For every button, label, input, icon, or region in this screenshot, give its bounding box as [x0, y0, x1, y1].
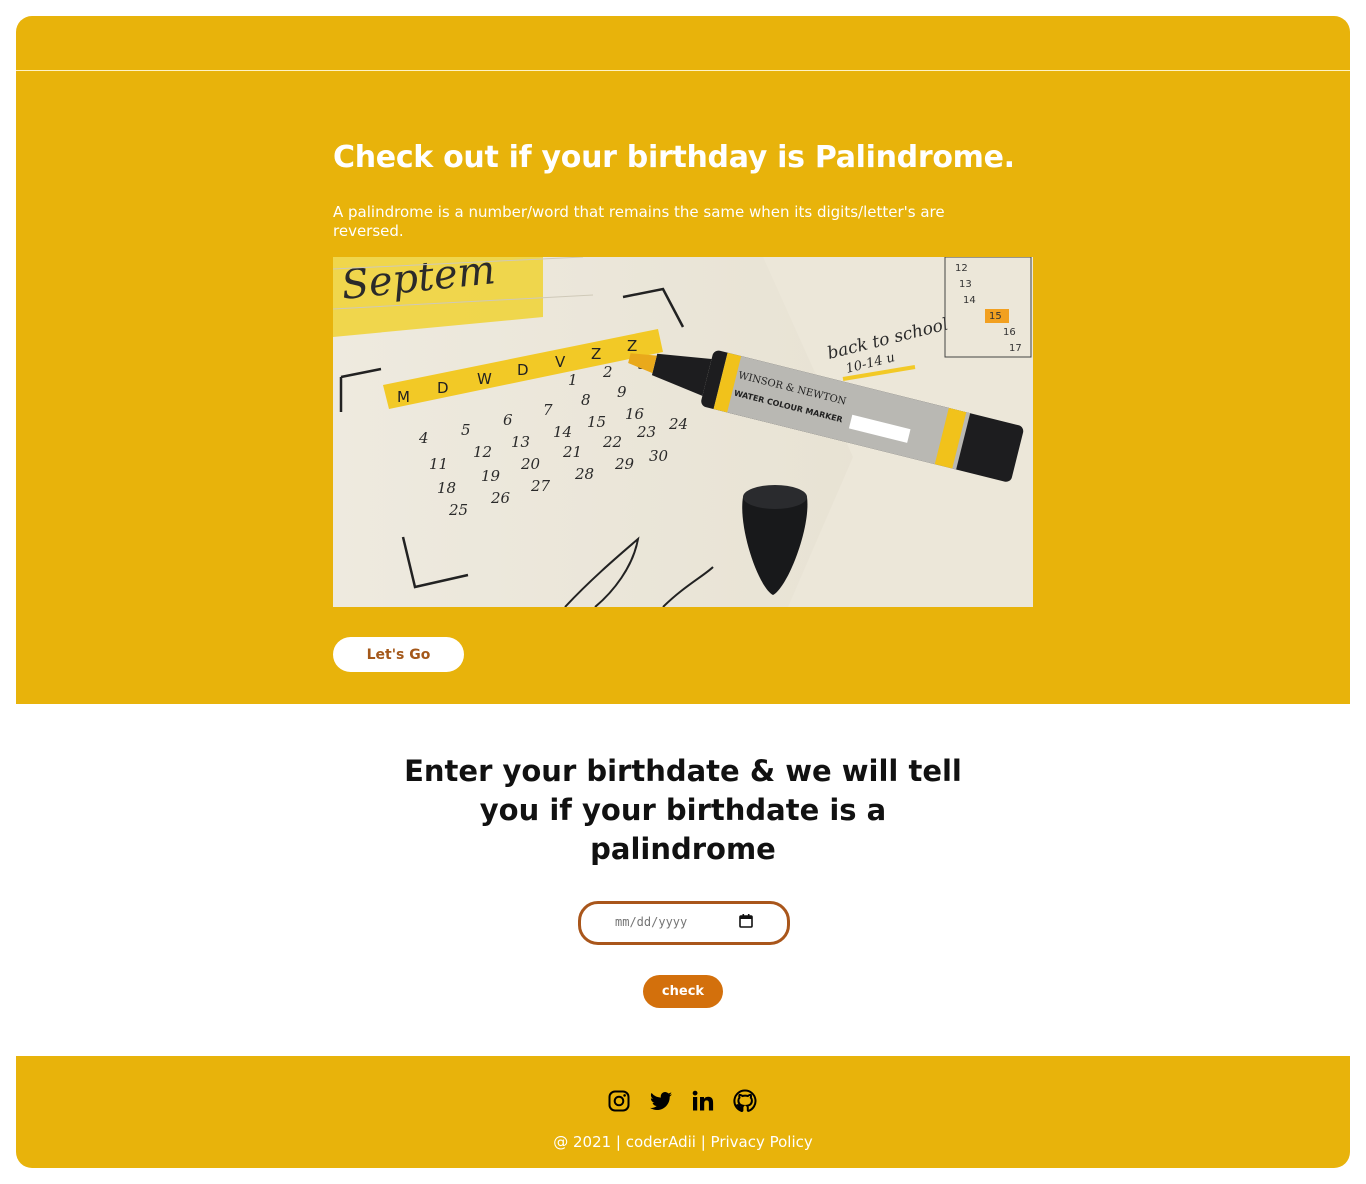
svg-text:D: D: [437, 379, 449, 397]
social-links: [607, 1089, 757, 1115]
svg-text:12: 12: [955, 263, 968, 274]
calendar-icon[interactable]: [739, 914, 753, 928]
linkedin-icon[interactable]: [691, 1089, 715, 1113]
svg-text:30: 30: [649, 447, 669, 465]
svg-text:28: 28: [574, 465, 594, 483]
svg-text:23: 23: [636, 423, 656, 441]
svg-text:17: 17: [1009, 343, 1022, 354]
instagram-icon[interactable]: [607, 1089, 631, 1113]
svg-text:22: 22: [602, 433, 622, 451]
svg-text:14: 14: [553, 423, 572, 441]
svg-text:27: 27: [530, 477, 551, 495]
svg-text:1: 1: [568, 371, 578, 389]
svg-text:Z: Z: [591, 345, 601, 363]
svg-text:24: 24: [668, 415, 688, 433]
hero-section: Check out if your birthday is Palindrome…: [16, 16, 1350, 704]
hero-title: Check out if your birthday is Palindrome…: [333, 140, 1015, 175]
svg-text:5: 5: [461, 421, 471, 439]
svg-text:14: 14: [963, 295, 976, 306]
svg-text:Z: Z: [627, 337, 637, 355]
checker-title: Enter your birthdate & we will tell you …: [404, 754, 962, 866]
hero-content: Check out if your birthday is Palindrome…: [333, 140, 1033, 672]
svg-text:16: 16: [625, 405, 645, 423]
svg-text:15: 15: [989, 311, 1002, 322]
svg-text:2: 2: [602, 363, 613, 381]
footer-copyright: @ 2021 | coderAdii | Privacy Policy: [553, 1133, 813, 1151]
svg-text:7: 7: [543, 401, 553, 419]
svg-text:15: 15: [587, 413, 606, 431]
svg-text:16: 16: [1003, 327, 1016, 338]
svg-text:6: 6: [503, 411, 513, 429]
birthdate-field[interactable]: [578, 901, 790, 945]
svg-text:V: V: [555, 353, 566, 371]
birthdate-input[interactable]: [615, 915, 725, 929]
twitter-icon[interactable]: [649, 1089, 673, 1113]
svg-text:9: 9: [617, 383, 627, 401]
svg-text:21: 21: [562, 443, 582, 461]
lets-go-button[interactable]: Let's Go: [333, 637, 464, 672]
svg-text:4: 4: [418, 429, 429, 447]
svg-text:19: 19: [481, 467, 501, 485]
calendar-photo: Septem M D W D V Z Z 1 2 3 4: [333, 257, 1033, 607]
svg-text:20: 20: [520, 455, 541, 473]
github-icon[interactable]: [733, 1089, 757, 1113]
svg-text:D: D: [517, 361, 529, 379]
svg-text:25: 25: [448, 501, 468, 519]
hero-description: A palindrome is a number/word that remai…: [333, 203, 945, 240]
check-button[interactable]: check: [643, 975, 723, 1008]
svg-text:29: 29: [614, 455, 635, 473]
svg-text:12: 12: [473, 443, 492, 461]
nav-bar: [16, 16, 1350, 71]
svg-text:13: 13: [511, 433, 530, 451]
svg-text:18: 18: [437, 479, 456, 497]
svg-text:W: W: [477, 370, 492, 388]
svg-text:11: 11: [429, 455, 448, 473]
svg-text:26: 26: [490, 489, 511, 507]
svg-text:13: 13: [959, 279, 972, 290]
svg-text:M: M: [397, 388, 410, 406]
checker-section: Enter your birthdate & we will tell you …: [16, 704, 1350, 1056]
svg-text:8: 8: [581, 391, 591, 409]
footer: @ 2021 | coderAdii | Privacy Policy: [16, 1056, 1350, 1168]
